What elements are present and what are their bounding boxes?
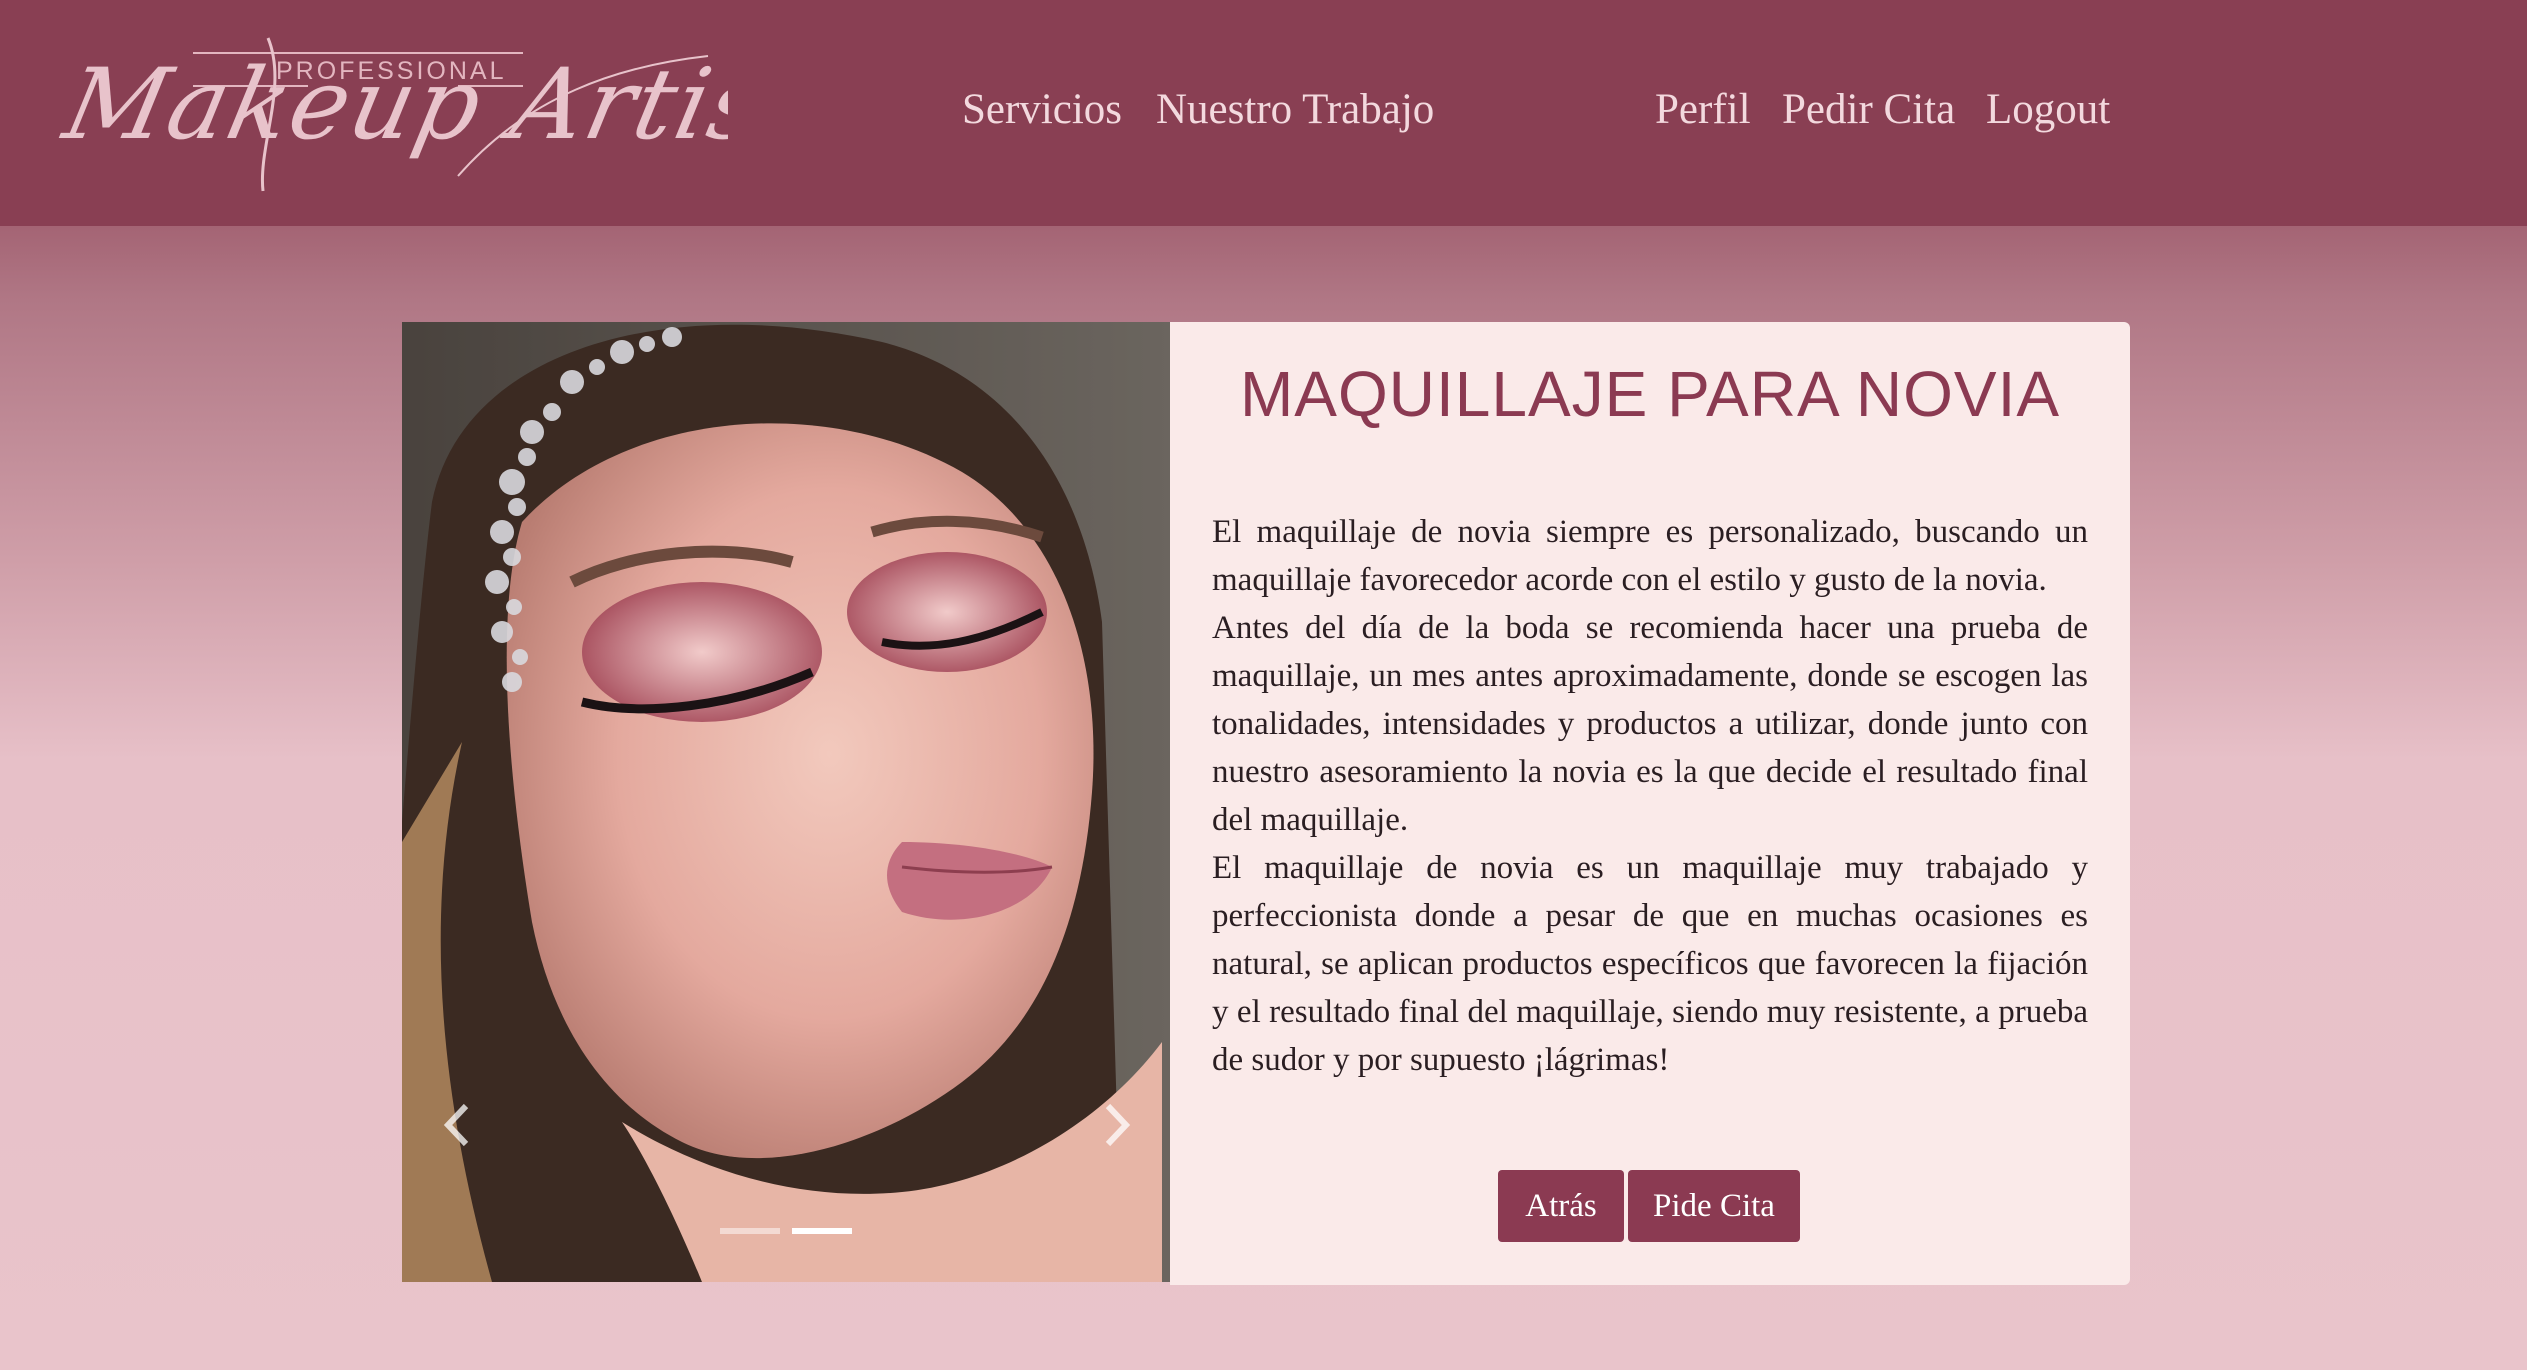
nav-logout[interactable]: Logout <box>1986 80 2110 140</box>
service-card: MAQUILLAJE PARA NOVIA El maquillaje de n… <box>1170 322 2130 1285</box>
carousel-indicators <box>402 1222 1170 1242</box>
service-title: MAQUILLAJE PARA NOVIA <box>1239 358 2061 430</box>
navbar: PROFESSIONAL Makeup Artist Servicios Nue… <box>0 0 2527 226</box>
nav-perfil[interactable]: Perfil <box>1655 80 1751 140</box>
description-paragraph-1: El maquillaje de novia siempre es person… <box>1212 514 2088 598</box>
logo-script-text: Makeup Artist <box>58 48 728 162</box>
description-paragraph-3: El maquillaje de novia es un maquillaje … <box>1212 850 2088 1078</box>
nav-nuestro-trabajo[interactable]: Nuestro Trabajo <box>1156 80 1434 140</box>
carousel-prev-chevron-left-icon[interactable] <box>432 1090 482 1160</box>
service-description: El maquillaje de novia siempre es person… <box>1212 508 2088 1084</box>
bride-makeup-photo <box>402 322 1170 1282</box>
description-paragraph-2: Antes del día de la boda se recomienda h… <box>1212 610 2088 838</box>
carousel-indicator-2-active[interactable] <box>792 1228 852 1234</box>
back-button[interactable]: Atrás <box>1498 1170 1624 1242</box>
book-appointment-button[interactable]: Pide Cita <box>1628 1170 1800 1242</box>
image-carousel <box>402 322 1170 1282</box>
nav-servicios[interactable]: Servicios <box>962 80 1122 140</box>
nav-pedir-cita[interactable]: Pedir Cita <box>1782 80 1955 140</box>
makeup-artist-logo[interactable]: PROFESSIONAL Makeup Artist <box>58 26 728 206</box>
carousel-next-chevron-right-icon[interactable] <box>1092 1090 1142 1160</box>
carousel-indicator-1[interactable] <box>720 1228 780 1234</box>
